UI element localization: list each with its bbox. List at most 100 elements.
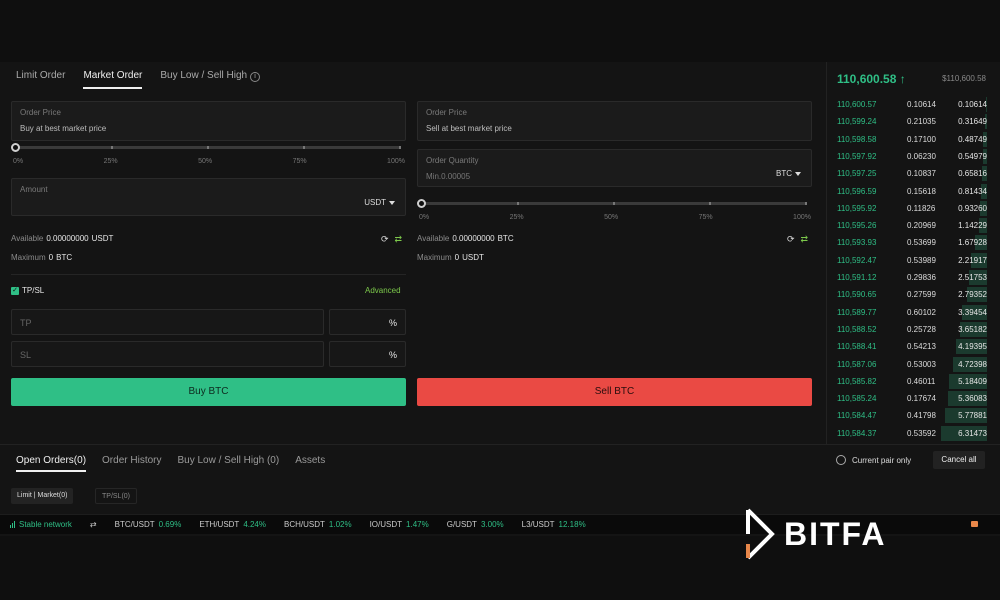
sell-amount-slider[interactable] — [417, 199, 807, 208]
buy-button[interactable]: Buy BTC — [11, 378, 406, 406]
transfer-icon[interactable]: ⇄ — [395, 234, 403, 245]
current-pair-toggle[interactable]: Current pair only — [836, 455, 911, 465]
buy-order-price-value: Buy at best market price — [20, 124, 107, 133]
order-book: 110,600.58 ↑ $110,600.58 110,600.57 0.106… — [826, 62, 1000, 444]
tab-open-orders[interactable]: Open Orders(0) — [16, 455, 87, 472]
ask-total: 4.72398 — [958, 359, 987, 369]
advanced-link[interactable]: Advanced — [365, 286, 401, 295]
buy-amount-field[interactable]: Amount USDT — [11, 178, 406, 216]
slider-mark: 50% — [604, 214, 619, 221]
order-book-row[interactable]: 110,588.41 0.54213 4.19395 — [827, 338, 1000, 355]
order-book-row[interactable]: 110,588.52 0.25728 3.65182 — [827, 321, 1000, 337]
order-book-row[interactable]: 110,584.47 0.41798 5.77881 — [827, 407, 1000, 424]
tpsl-checkbox[interactable]: ✓ TP/SL — [11, 286, 44, 295]
ticker-pair[interactable]: L3/USDT 12.18% — [522, 520, 586, 529]
slider-tick — [303, 146, 305, 149]
slider-handle[interactable] — [11, 143, 20, 152]
slider-handle[interactable] — [417, 199, 426, 208]
maximum-label: Maximum — [417, 253, 452, 262]
order-book-row[interactable]: 110,595.26 0.20969 1.14229 — [827, 217, 1000, 234]
tp-input[interactable]: TP — [11, 309, 324, 335]
buy-maximum: Maximum 0 BTC — [11, 253, 72, 262]
tab-buy-low-sell-high-orders[interactable]: Buy Low / Sell High (0) — [177, 455, 279, 472]
available-value: 0.00000000 — [452, 234, 495, 243]
caret-down-icon — [389, 200, 395, 205]
ask-price: 110,595.92 — [837, 203, 877, 213]
ask-price: 110,587.06 — [837, 359, 877, 369]
tp-percent-input[interactable]: % — [329, 309, 406, 335]
swap-icon[interactable]: ⇄ — [90, 520, 97, 529]
sl-percent-input[interactable]: % — [329, 341, 406, 367]
order-book-row[interactable]: 110,591.12 0.29836 2.51753 — [827, 269, 1000, 285]
network-status-label: Stable network — [19, 520, 72, 529]
ask-amount: 0.53989 — [907, 255, 936, 265]
ask-price: 110,588.41 — [837, 342, 877, 352]
sell-quantity-field[interactable]: Order Quantity Min.0.00005 BTC — [417, 149, 812, 187]
slider-mark: 25% — [103, 158, 118, 165]
pair-name: BTC/USDT — [114, 520, 155, 529]
buy-amount-slider[interactable] — [11, 143, 401, 152]
sl-input[interactable]: SL — [11, 341, 324, 367]
order-book-row[interactable]: 110,597.92 0.06230 0.54979 — [827, 148, 1000, 164]
ask-total: 0.10614 — [958, 100, 987, 109]
slider-tick — [709, 202, 711, 205]
tab-market-order[interactable]: Market Order — [83, 70, 143, 89]
sell-button[interactable]: Sell BTC — [417, 378, 812, 406]
order-book-row[interactable]: 110,587.06 0.53003 4.72398 — [827, 356, 1000, 372]
info-icon[interactable]: i — [250, 72, 261, 82]
filter-limit-market[interactable]: Limit | Market(0) — [11, 488, 74, 504]
available-unit: BTC — [497, 234, 514, 243]
tab-assets[interactable]: Assets — [295, 455, 325, 472]
ticker-pair[interactable]: G/USDT 3.00% — [447, 520, 504, 529]
order-book-row[interactable]: 110,584.37 0.53592 6.31473 — [827, 425, 1000, 441]
order-book-row[interactable]: 110,599.24 0.21035 0.31649 — [827, 113, 1000, 130]
transfer-icon[interactable]: ⇄ — [801, 234, 809, 245]
order-book-row[interactable]: 110,596.59 0.15618 0.81434 — [827, 183, 1000, 199]
refresh-icon[interactable]: ⟳ — [787, 234, 795, 245]
order-book-row[interactable]: 110,597.25 0.10837 0.65816 — [827, 165, 1000, 182]
tab-label: Buy Low / Sell High — [160, 70, 248, 81]
ticker-pair[interactable]: BCH/USDT 1.02% — [284, 520, 352, 529]
slider-tick — [207, 146, 209, 149]
order-book-row[interactable]: 110,590.65 0.27599 2.79352 — [827, 286, 1000, 303]
buy-amount-unit-select[interactable]: USDT — [364, 198, 395, 207]
tpsl-label: TP/SL — [22, 286, 45, 295]
ask-total: 6.31473 — [958, 428, 987, 438]
tab-limit-order[interactable]: Limit Order — [16, 70, 65, 89]
refresh-icon[interactable]: ⟳ — [381, 234, 389, 245]
cancel-all-button[interactable]: Cancel all — [933, 451, 985, 469]
pair-name: IO/USDT — [369, 520, 403, 529]
tab-buy-low-sell-high[interactable]: Buy Low / Sell High i — [160, 70, 261, 89]
ask-amount: 0.53003 — [907, 359, 936, 369]
bitfa-logo-mark — [746, 508, 775, 560]
filter-tpsl[interactable]: TP/SL(0) — [95, 488, 138, 504]
order-book-row[interactable]: 110,598.58 0.17100 0.48749 — [827, 131, 1000, 147]
brand-wordmark: BITFA — [784, 515, 887, 552]
ask-price: 110,595.26 — [837, 221, 877, 231]
ticker-pair[interactable]: BTC/USDT 0.69% — [115, 520, 182, 529]
ask-price: 110,598.58 — [837, 134, 877, 144]
slider-mark: 100% — [387, 158, 405, 165]
order-book-row[interactable]: 110,585.82 0.46011 5.18409 — [827, 373, 1000, 389]
ask-total: 1.67928 — [958, 238, 987, 248]
chat-icon[interactable] — [971, 521, 978, 527]
order-book-row[interactable]: 110,595.92 0.11826 0.93260 — [827, 200, 1000, 216]
order-book-row[interactable]: 110,592.47 0.53989 2.21917 — [827, 252, 1000, 268]
signal-icon — [10, 521, 15, 528]
maximum-unit: BTC — [56, 253, 73, 262]
sell-maximum: Maximum 0 USDT — [417, 253, 484, 262]
sell-order-price-field: Order Price Sell at best market price — [417, 101, 812, 141]
sell-quantity-unit-select[interactable]: BTC — [776, 169, 801, 178]
order-book-row[interactable]: 110,585.24 0.17674 5.36083 — [827, 390, 1000, 407]
order-book-row[interactable]: 110,593.93 0.53699 1.67928 — [827, 234, 1000, 251]
tab-order-history[interactable]: Order History — [102, 455, 161, 472]
ask-price: 110,585.24 — [837, 394, 877, 404]
order-book-row[interactable]: 110,589.77 0.60102 3.39454 — [827, 304, 1000, 320]
order-book-row[interactable]: 110,600.57 0.10614 0.10614 — [827, 96, 1000, 112]
ask-amount: 0.60102 — [907, 307, 936, 317]
arrow-up-icon: ↑ — [899, 72, 906, 86]
ask-total: 0.65816 — [958, 169, 987, 179]
ticker-pair[interactable]: IO/USDT 1.47% — [370, 520, 429, 529]
buy-actions: ⟳ ⇄ — [381, 234, 402, 245]
ticker-pair[interactable]: ETH/USDT 4.24% — [199, 520, 266, 529]
